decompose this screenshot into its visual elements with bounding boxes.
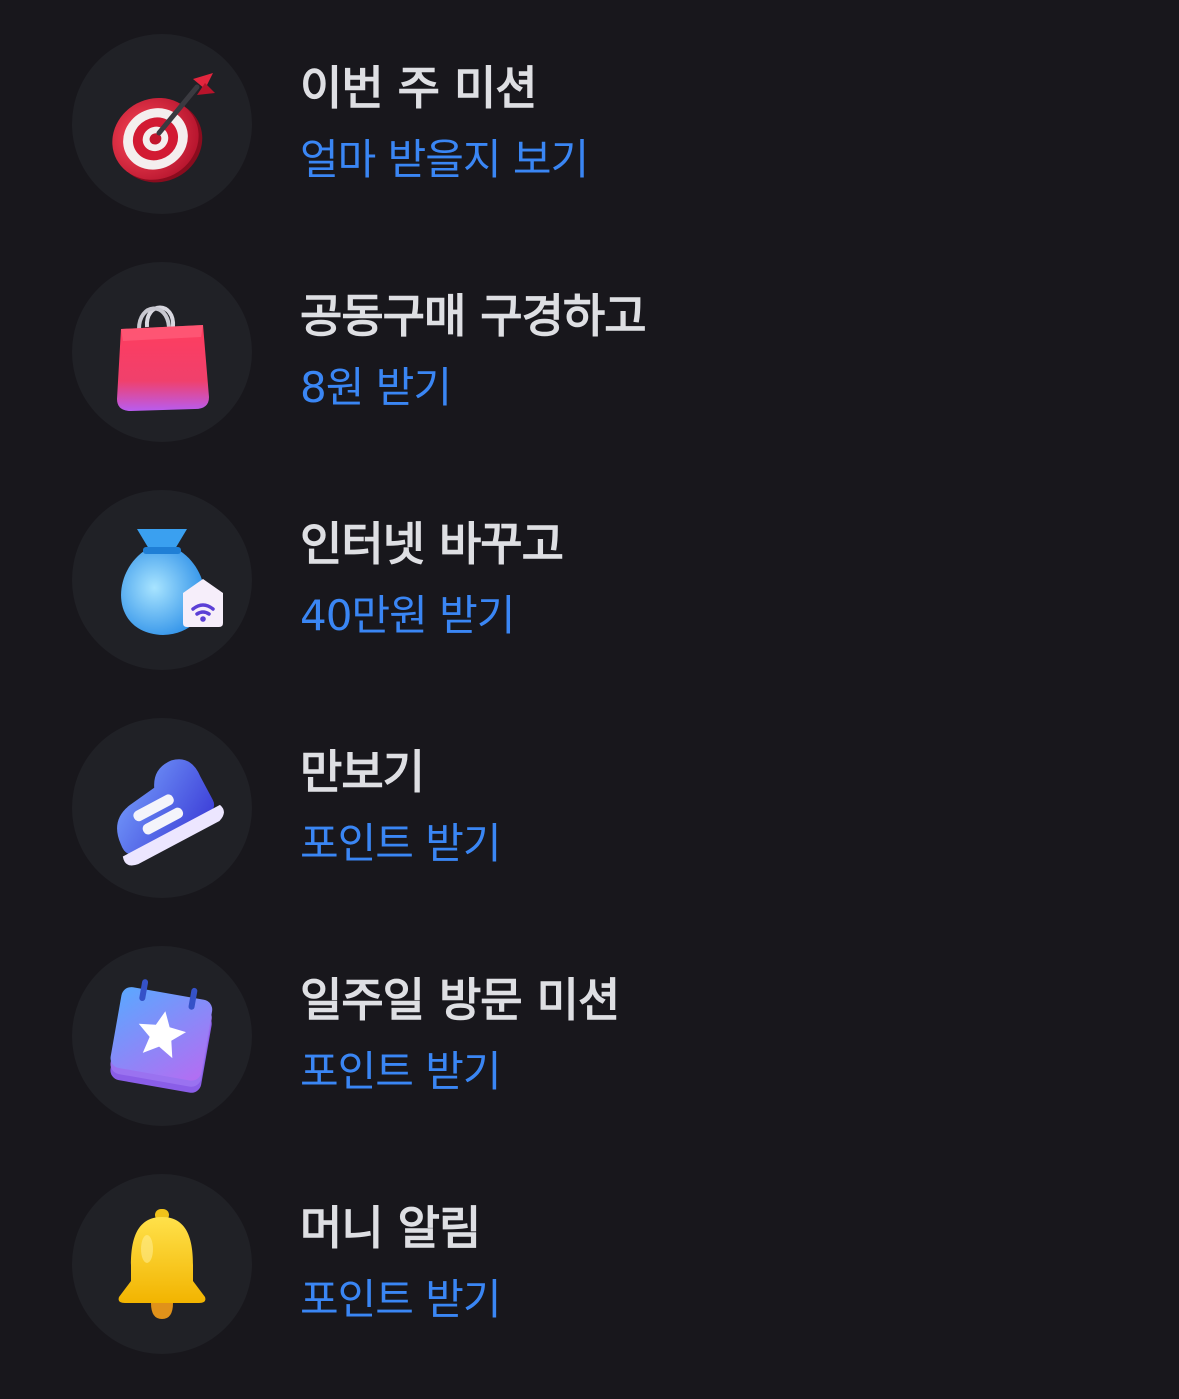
mission-reward-link[interactable]: 40만원 받기	[300, 588, 515, 644]
mission-item-pedometer[interactable]: 만보기 포인트 받기	[0, 684, 1179, 912]
mission-title: 공동구매 구경하고	[300, 289, 647, 343]
mission-title: 인터넷 바꾸고	[300, 517, 564, 571]
mission-item-group-buy[interactable]: 공동구매 구경하고 8원 받기	[0, 228, 1179, 456]
mission-item-weekly[interactable]: 이번 주 미션 얼마 받을지 보기	[0, 0, 1179, 228]
mission-reward-link[interactable]: 포인트 받기	[300, 1044, 502, 1100]
sneaker-icon	[72, 718, 252, 898]
mission-title: 일주일 방문 미션	[300, 973, 620, 1027]
bell-icon	[72, 1174, 252, 1354]
mission-item-internet[interactable]: 인터넷 바꾸고 40만원 받기	[0, 456, 1179, 684]
mission-title: 만보기	[300, 745, 425, 799]
mission-title: 머니 알림	[300, 1201, 481, 1255]
mission-item-weekly-visit[interactable]: 일주일 방문 미션 포인트 받기	[0, 912, 1179, 1140]
money-bag-wifi-icon	[72, 490, 252, 670]
target-dart-icon	[72, 34, 252, 214]
mission-reward-link[interactable]: 포인트 받기	[300, 1272, 502, 1328]
mission-title: 이번 주 미션	[300, 61, 538, 115]
mission-reward-link[interactable]: 얼마 받을지 보기	[300, 132, 589, 188]
mission-reward-link[interactable]: 8원 받기	[300, 360, 452, 416]
calendar-star-icon	[72, 946, 252, 1126]
mission-item-money-alert[interactable]: 머니 알림 포인트 받기	[0, 1140, 1179, 1368]
mission-reward-link[interactable]: 포인트 받기	[300, 816, 502, 872]
shopping-bag-icon	[72, 262, 252, 442]
